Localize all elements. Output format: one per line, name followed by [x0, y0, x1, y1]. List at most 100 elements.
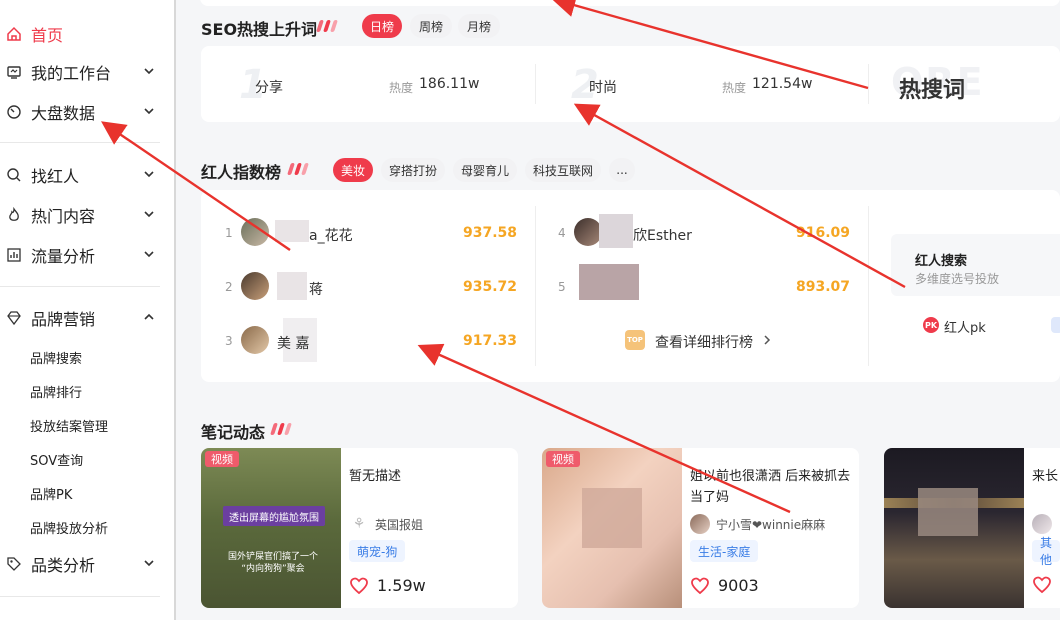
top-ranking-icon: TOP: [625, 330, 645, 350]
chevron-down-icon: [144, 171, 154, 178]
note-thumbnail[interactable]: [884, 448, 1024, 608]
chevron-down-icon: [144, 560, 154, 567]
author-avatar-icon: ⚘: [352, 516, 366, 532]
blurred-name-mask: [599, 214, 633, 248]
sidebar-item-label: 热门内容: [31, 207, 96, 226]
heart-icon: [350, 577, 368, 594]
view-detailed-ranking-link[interactable]: 查看详细排行榜: [655, 332, 753, 352]
avatar[interactable]: [241, 218, 269, 246]
chevron-down-icon: [144, 68, 154, 75]
avatar[interactable]: [241, 326, 269, 354]
sidebar-item-label: 品类分析: [31, 556, 96, 575]
avatar[interactable]: [574, 218, 602, 246]
sidebar-item-home[interactable]: 首页: [0, 20, 174, 48]
sidebar-item-traffic-analysis[interactable]: 流量分析: [0, 241, 174, 269]
heat-value: 186.11w: [419, 76, 480, 92]
avatar[interactable]: [241, 272, 269, 300]
tab-weekly[interactable]: 周榜: [410, 14, 452, 38]
search-icon: [6, 167, 22, 183]
title-decoration: [316, 20, 338, 32]
sidebar-subitem-brand-search[interactable]: 品牌搜索: [30, 348, 82, 367]
seo-section-title: SEO热搜上升词: [201, 20, 318, 39]
tab-tech[interactable]: 科技互联网: [525, 158, 601, 182]
thumbnail-caption: “内向狗狗”聚会: [241, 564, 305, 574]
sidebar: 首页 我的工作台 大盘数据 找红人 热门内容 流量分析 品牌营销 品牌搜索 品牌…: [0, 0, 176, 620]
note-author[interactable]: [1032, 514, 1052, 534]
fire-icon: [6, 207, 22, 223]
category-tag[interactable]: 其他: [1032, 536, 1060, 567]
influencer-score: 893.07: [796, 279, 851, 295]
blurred-avatar-mask: [579, 264, 639, 300]
influencer-search-title: 红人搜索: [915, 254, 968, 269]
sidebar-divider: [0, 596, 160, 597]
tab-fashion[interactable]: 穿搭打扮: [381, 158, 445, 182]
category-tag[interactable]: 生活-家庭: [690, 540, 759, 562]
sidebar-subitem-brand-pk[interactable]: 品牌PK: [30, 484, 72, 503]
tag-icon: [6, 556, 22, 572]
chart-icon: [6, 247, 22, 263]
influencer-score: 935.72: [463, 279, 518, 295]
note-author[interactable]: 宁小雪❤winnie麻麻: [690, 514, 825, 534]
note-thumbnail[interactable]: [542, 448, 682, 608]
tab-more[interactable]: ...: [609, 158, 635, 182]
rank-number: 3: [225, 334, 233, 348]
note-author[interactable]: ⚘ 英国报姐: [349, 514, 423, 534]
sidebar-subitem-brand-campaign-analysis[interactable]: 品牌投放分析: [30, 518, 108, 537]
sidebar-item-workbench[interactable]: 我的工作台: [0, 58, 174, 86]
sidebar-subitem-campaign-management[interactable]: 投放结案管理: [30, 416, 108, 435]
thumbnail-caption: 透出屏幕的尴尬氛围: [223, 506, 325, 526]
rank-number: 2: [225, 280, 233, 294]
chevron-down-icon: [144, 251, 154, 258]
influencer-search-subtitle: 多维度选号投放: [915, 272, 1000, 286]
likes-count: 1.59w: [349, 576, 426, 595]
hot-word[interactable]: 分享: [255, 77, 283, 97]
blurred-name-mask: [277, 272, 307, 300]
tab-parenting[interactable]: 母婴育儿: [453, 158, 517, 182]
author-name: 宁小雪❤winnie麻麻: [716, 517, 826, 532]
influencer-name[interactable]: 欣Esther: [633, 225, 692, 245]
category-tag[interactable]: 萌宠-狗: [349, 540, 406, 562]
sidebar-item-find-influencer[interactable]: 找红人: [0, 161, 174, 189]
blurred-face-mask: [582, 488, 642, 548]
heat-value: 121.54w: [752, 76, 813, 92]
rank-number: 1: [225, 226, 233, 240]
title-decoration: [287, 163, 309, 175]
sidebar-item-brand-marketing[interactable]: 品牌营销: [0, 304, 174, 332]
influencer-name[interactable]: a_花花: [309, 225, 353, 245]
influencer-name[interactable]: 美 嘉: [277, 333, 309, 353]
sidebar-subitem-sov-query[interactable]: SOV查询: [30, 450, 83, 469]
note-card[interactable]: 视频 姐以前也很潇洒 后来被抓去当了妈 宁小雪❤winnie麻麻 生活-家庭 9…: [542, 448, 859, 608]
likes-value: 9003: [718, 576, 759, 595]
rank-number: 5: [558, 280, 566, 294]
sidebar-item-label: 流量分析: [31, 247, 96, 266]
sidebar-item-dashboard[interactable]: 大盘数据: [0, 98, 174, 126]
influencer-pk-link[interactable]: 红人pk: [944, 317, 986, 336]
sidebar-item-hot-content[interactable]: 热门内容: [0, 201, 174, 229]
note-card[interactable]: 来长 其他: [884, 448, 1060, 608]
note-card[interactable]: 透出屏幕的尴尬氛围 国外铲屎官们搞了一个 “内向狗狗”聚会 视频 暂无描述 ⚘ …: [201, 448, 518, 608]
sidebar-item-category-analysis[interactable]: 品类分析: [0, 550, 174, 578]
author-avatar: [1032, 514, 1052, 534]
blurred-face-mask: [918, 488, 978, 536]
tab-monthly[interactable]: 月榜: [458, 14, 500, 38]
sidebar-item-label: 首页: [31, 26, 64, 45]
influencer-score: 916.09: [796, 225, 851, 241]
video-badge: 视频: [546, 451, 580, 467]
sidebar-subitem-brand-ranking[interactable]: 品牌排行: [30, 382, 82, 401]
note-thumbnail[interactable]: 透出屏幕的尴尬氛围 国外铲屎官们搞了一个 “内向狗狗”聚会: [201, 448, 341, 608]
sidebar-divider: [0, 286, 160, 287]
tab-beauty[interactable]: 美妆: [333, 158, 373, 182]
seo-panel: 1 分享 热度 186.11w 2 时尚 热度 121.54w ORE 热搜词: [201, 46, 1060, 122]
influencer-section-title: 红人指数榜: [201, 163, 282, 182]
hot-words-link[interactable]: 热搜词: [899, 72, 965, 104]
note-description: 来长: [1032, 469, 1059, 484]
influencer-search-card[interactable]: 红人搜索 多维度选号投放: [891, 234, 1060, 296]
likes-count: 9003: [690, 576, 759, 595]
influencer-score: 937.58: [463, 225, 518, 241]
tab-daily[interactable]: 日榜: [362, 14, 402, 38]
compare-icon: [1051, 317, 1060, 333]
hot-word[interactable]: 时尚: [589, 77, 617, 97]
heat-label: 热度: [722, 81, 747, 95]
title-decoration: [270, 423, 292, 435]
influencer-name[interactable]: 蒋: [309, 279, 323, 299]
